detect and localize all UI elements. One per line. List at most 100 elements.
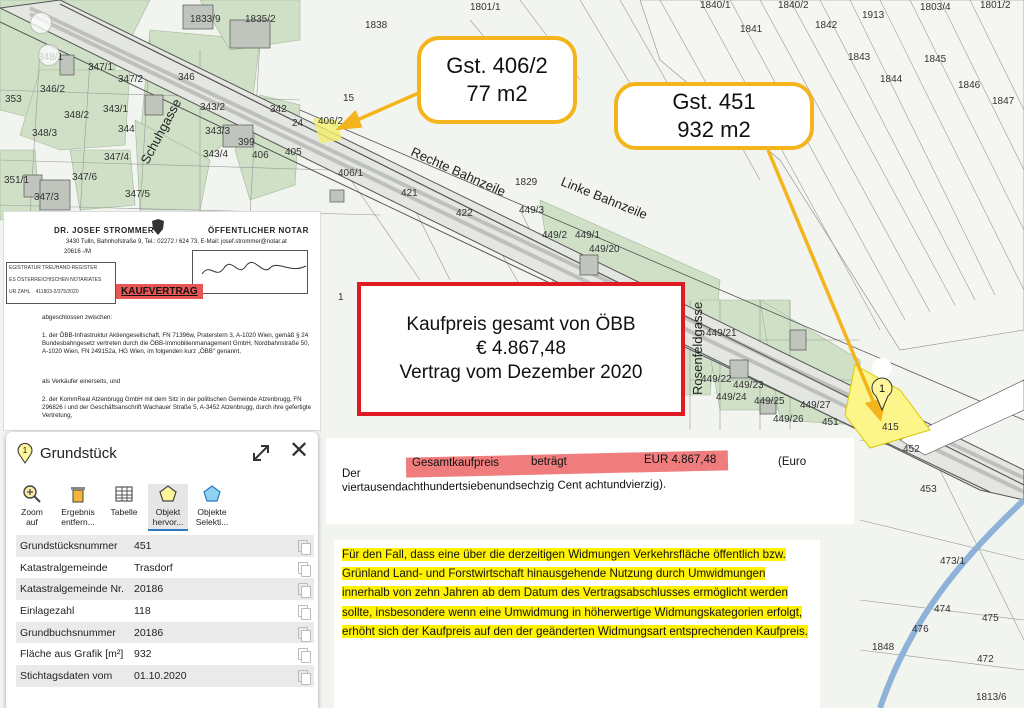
close-icon[interactable]: ✕ [287,439,311,463]
contract-document-excerpt: DR. JOSEF STROMMER ÖFFENTLICHER NOTAR 34… [4,212,320,430]
parcel-label: 346/2 [40,84,65,95]
parcel-label: 344 [118,124,135,135]
parcel-label: 406 [252,150,269,161]
parcel-label: 422 [456,208,473,219]
parcel-label: 343/1 [103,104,128,115]
price-box-contract-date: Vertrag vom Dezember 2020 [399,362,643,383]
copy-icon[interactable] [294,538,314,555]
price-summary-box: Kaufpreis gesamt von ÖBB € 4.867,48 Vert… [357,282,685,416]
parcel-label: 406/1 [338,168,363,179]
parcel-label: 347/6 [72,172,97,183]
copy-icon[interactable] [294,625,314,642]
parcel-label: 343/2 [200,102,225,113]
parcel-label: 405 [285,147,302,158]
parcel-info-panel: 1 Grundstück ✕ Zoom auf Ergebnis entfern… [6,432,318,708]
parcel-label: 406/2 [318,116,343,127]
copy-icon[interactable] [294,603,314,620]
tool-label: entfern... [61,517,95,527]
price-box-line1: Kaufpreis gesamt von ÖBB [406,314,636,335]
attribute-key: Stichtagsdaten vom [20,669,113,682]
highlight-object-button[interactable]: Objekt hervor... [148,484,188,531]
parcel-label: 342 [270,104,287,115]
total-price-quote: Der Gesamtkaufpreis beträgt EUR 4.867,48… [326,438,854,524]
quote-amount-words: viertausendachthundertsiebenundsechzig C… [341,478,667,494]
expand-icon[interactable] [249,441,273,465]
parcel-label: 347/4 [104,152,129,163]
street-label-rosenfeldgasse: Rosenfeldgasse [690,302,705,395]
callout-406-area: 77 m2 [466,81,528,106]
notary-address: 3430 Tulln, Bahnhofstraße 9, Tel.: 02272… [66,239,287,245]
pentagon-select-icon [203,485,221,502]
copy-icon[interactable] [294,560,314,577]
parcel-label: 451 [822,417,839,428]
table-row: Katastralgemeinde Nr. 20186 [16,578,314,601]
parcel-label: 449/1 [575,230,600,241]
contract-p3: 2. der KommReal Atzenbrugg GmbH mit dem … [42,396,312,419]
parcel-label: 353 [5,94,22,105]
parcel-label: 449/26 [773,414,804,425]
table-row: Einlagezahl 118 [16,600,314,622]
parcel-label: 1838 [365,20,388,31]
parcel-label: 348/2 [64,110,89,121]
parcel-label: 1844 [880,74,903,85]
parcel-label: 475 [982,613,999,624]
remove-result-button[interactable]: Ergebnis entfern... [58,484,98,527]
parcel-label: 1843 [848,52,871,63]
parcel-label: 449/25 [754,396,785,407]
compass-control[interactable] [30,12,52,34]
table-row: Fläche aus Grafik [m²] 932 [16,643,314,665]
parcel-label: 1829 [515,177,538,188]
parcel-label: 415 [882,422,899,433]
parcel-label: 348/3 [32,128,57,139]
parcel-label: 1847 [992,96,1015,107]
parcel-label: 449/24 [716,392,747,403]
price-box-amount: € 4.867,48 [476,338,566,359]
parcel-label: 474 [934,604,951,615]
attribute-key: Katastralgemeinde [20,561,108,574]
parcel-label: 343/3 [205,126,230,137]
table-button[interactable]: Tabelle [104,484,144,517]
stamp-line-3: UR ZAHL 411803-2/375/2020 [9,289,113,295]
callout-406-title: Gst. 406/2 [446,53,548,78]
parcel-label: 346 [178,72,195,83]
attribute-key: Grundstücksnummer [20,539,118,552]
parcel-label: 449/3 [519,205,544,216]
notary-name: DR. JOSEF STROMMER [54,226,155,235]
parcel-label: 449/20 [589,244,620,255]
copy-icon[interactable] [294,668,314,685]
attribute-value: 20186 [134,626,164,639]
contract-p0: abgeschlossen zwischen: [42,314,113,321]
coat-of-arms-icon [152,219,164,235]
parcel-label: 449/23 [733,380,764,391]
quote-der: Der [342,468,361,480]
stamp-line-1: EGISTRATUR TREUHAND-REGISTER [9,265,98,271]
tool-label: Ergebnis [61,507,95,517]
parcel-label: 1840/1 [700,0,731,11]
copy-icon[interactable] [294,646,314,664]
select-objects-button[interactable]: Objekte Selekti... [192,484,232,527]
tool-label: Objekte [197,507,227,517]
stamp-line-2: ES ÖSTERREICHISCHEN NOTARIATES [9,277,102,283]
parcel-label: 1913 [862,10,885,21]
locate-control[interactable] [38,44,60,66]
table-row: Grundstücksnummer 451 [16,535,314,557]
parcel-label: 351/1 [4,175,29,186]
attribute-value: 451 [134,539,152,552]
parcel-label: 449/2 [542,230,567,241]
contract-heading: KAUFVERTRAG [116,284,203,299]
parcel-label: 452 [903,444,920,455]
table-row: Stichtagsdaten vom 01.10.2020 [16,665,314,687]
attribute-value: 932 [134,648,152,661]
pin-number: 1 [23,446,28,455]
signature [201,261,307,275]
tool-label: Selekti... [195,517,229,527]
copy-icon[interactable] [294,581,314,599]
zoom-icon [23,485,41,503]
attribute-table: Grundstücksnummer 451 Katastralgemeinde Tr… [16,535,314,687]
parcel-label: 1848 [872,642,895,653]
attribute-value: Trasdorf [134,561,173,574]
callout-451-title: Gst. 451 [672,89,756,114]
trash-icon [71,487,85,503]
parcel-label: 1833/9 [190,14,221,25]
zoom-to-button[interactable]: Zoom auf [12,484,52,527]
